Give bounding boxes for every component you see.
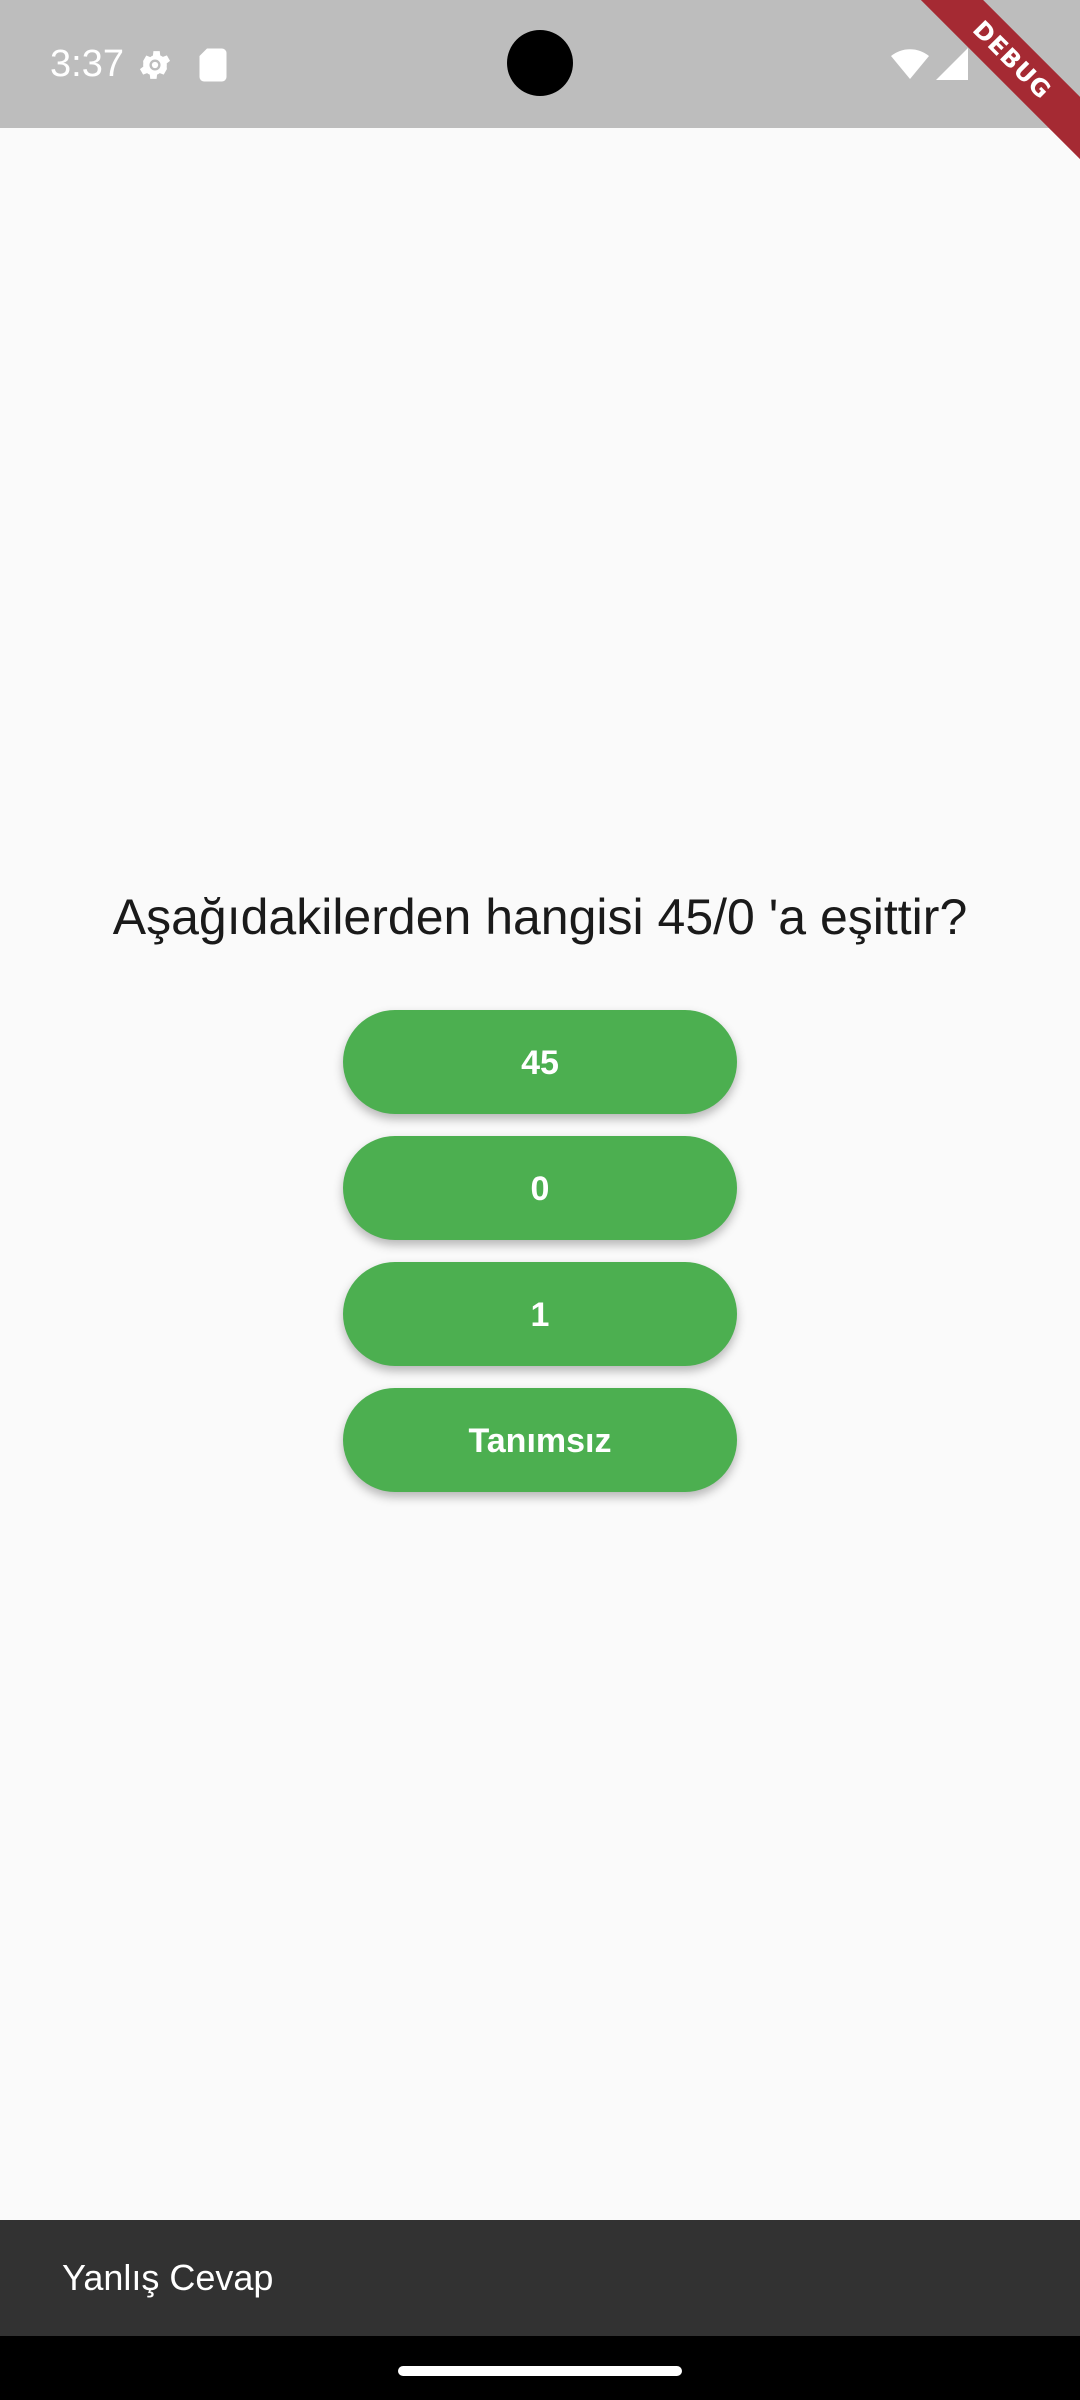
answer-button-1[interactable]: 45 xyxy=(343,1010,737,1114)
settings-gear-icon xyxy=(139,51,171,79)
sd-card-icon xyxy=(199,48,227,82)
home-indicator[interactable] xyxy=(398,2366,682,2376)
navigation-bar xyxy=(0,2336,1080,2400)
answer-button-4[interactable]: Tanımsız xyxy=(343,1388,737,1492)
answer-button-3[interactable]: 1 xyxy=(343,1262,737,1366)
wifi-icon xyxy=(891,49,929,79)
snackbar: Yanlış Cevap xyxy=(0,2220,1080,2336)
camera-cutout xyxy=(507,30,573,96)
cellular-signal-icon xyxy=(936,48,968,80)
status-bar: 3:37 xyxy=(0,0,1080,128)
answer-button-2[interactable]: 0 xyxy=(343,1136,737,1240)
question-text: Aşağıdakilerden hangisi 45/0 'a eşittir? xyxy=(112,889,968,945)
snackbar-message: Yanlış Cevap xyxy=(62,2257,274,2298)
status-time: 3:37 xyxy=(50,43,124,85)
